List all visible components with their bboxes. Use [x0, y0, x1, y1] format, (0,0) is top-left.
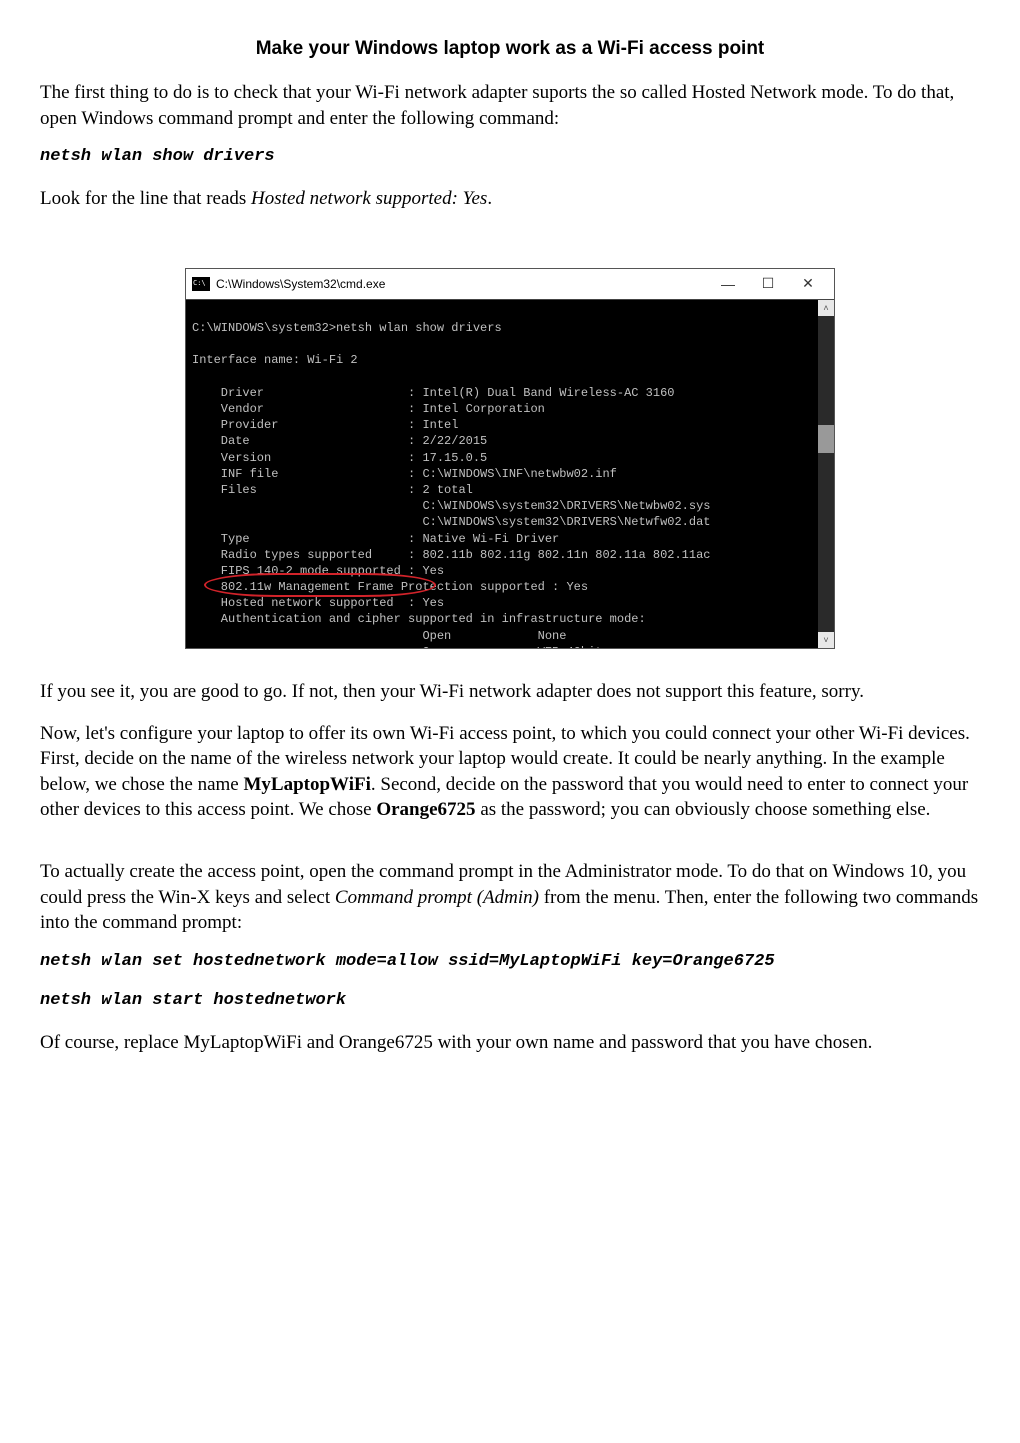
command-3: netsh wlan start hostednetwork	[40, 991, 980, 1010]
cmd-icon: C:\	[192, 277, 210, 291]
console-text: C:\WINDOWS\system32>netsh wlan show driv…	[192, 321, 710, 648]
look-for-line: Look for the line that reads Hosted netw…	[40, 186, 980, 212]
command-1: netsh wlan show drivers	[40, 147, 980, 166]
window-title-text: C:\Windows\System32\cmd.exe	[216, 277, 708, 291]
look-text-a: Look for the line that reads	[40, 188, 251, 209]
intro-paragraph: The first thing to do is to check that y…	[40, 80, 980, 131]
admin-paragraph: To actually create the access point, ope…	[40, 859, 980, 936]
config-paragraph: Now, let's configure your laptop to offe…	[40, 721, 980, 824]
config-d: as the password; you can obviously choos…	[476, 799, 931, 820]
minimize-button[interactable]: —	[708, 276, 748, 292]
scrollbar-thumb[interactable]	[818, 425, 834, 453]
scroll-down-button[interactable]: ˅	[818, 632, 834, 648]
close-button[interactable]: ✕	[788, 275, 828, 292]
last-paragraph: Of course, replace MyLaptopWiFi and Oran…	[40, 1030, 980, 1056]
page-title: Make your Windows laptop work as a Wi-Fi…	[40, 38, 980, 60]
scroll-up-button[interactable]: ˄	[818, 300, 834, 316]
config-ssid-bold: MyLaptopWiFi	[243, 774, 370, 795]
look-text-b: .	[487, 188, 492, 209]
window-titlebar[interactable]: C:\ C:\Windows\System32\cmd.exe — ☐ ✕	[186, 269, 834, 300]
maximize-button[interactable]: ☐	[748, 275, 788, 292]
after-console-paragraph: If you see it, you are good to go. If no…	[40, 679, 980, 705]
config-key-bold: Orange6725	[376, 799, 475, 820]
look-text-italic: Hosted network supported: Yes	[251, 188, 487, 209]
scrollbar-track[interactable]	[818, 316, 834, 632]
command-2: netsh wlan set hostednetwork mode=allow …	[40, 952, 980, 971]
admin-italic: Command prompt (Admin)	[335, 887, 539, 908]
console-output: C:\WINDOWS\system32>netsh wlan show driv…	[186, 300, 834, 648]
console-window: C:\ C:\Windows\System32\cmd.exe — ☐ ✕ C:…	[185, 268, 835, 649]
